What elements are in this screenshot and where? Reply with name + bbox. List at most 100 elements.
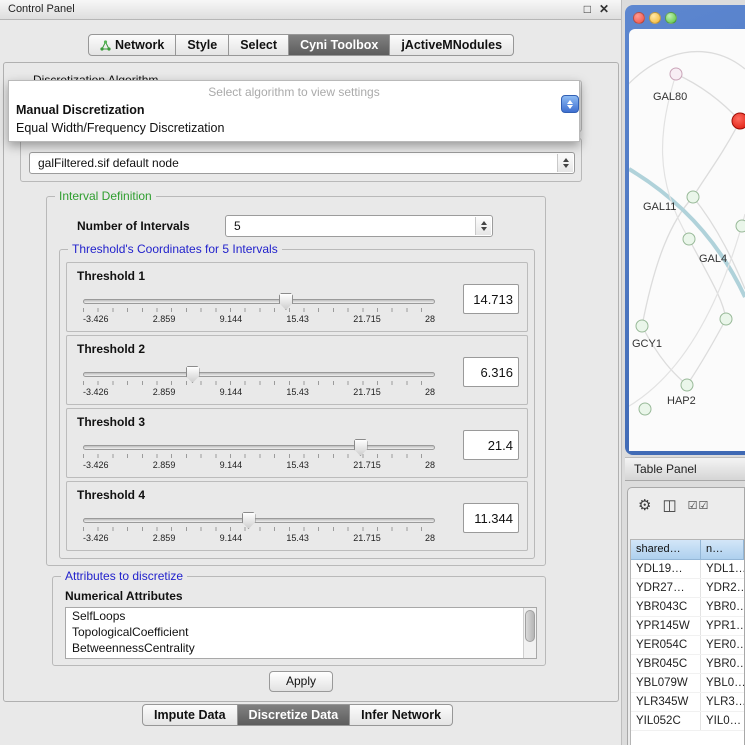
network-node-red[interactable] — [732, 113, 745, 130]
table-row[interactable]: YIL052CYIL0… — [631, 712, 744, 731]
combo-stepper-icon — [557, 154, 573, 172]
slider-scale: -3.4262.8599.14415.4321.71528 — [83, 533, 435, 543]
node-label-gal80: GAL80 — [653, 91, 687, 103]
column-header-name[interactable]: n… — [701, 540, 744, 560]
threshold-1-box: Threshold 1 -3.4262.8599.14415.4321.7152… — [66, 262, 528, 332]
slider-scale: -3.4262.8599.14415.4321.71528 — [83, 460, 435, 470]
tab-cyni-toolbox[interactable]: Cyni Toolbox — [289, 34, 390, 56]
network-node[interactable] — [683, 233, 696, 246]
node-label-hap2: HAP2 — [667, 395, 696, 407]
panel-title: Control Panel — [8, 3, 75, 15]
node-label-gcy1: GCY1 — [632, 338, 662, 350]
threshold-1-value-field[interactable] — [463, 284, 519, 314]
slider-ticks — [83, 527, 435, 531]
list-item-selfloops[interactable]: SelfLoops — [66, 608, 536, 624]
close-icon[interactable]: ✕ — [599, 2, 609, 16]
table-row[interactable]: YPR145WYPR1… — [631, 617, 744, 636]
tab-label: Network — [115, 38, 164, 52]
control-panel: Control Panel □ ✕ Network Style Select C… — [0, 0, 622, 745]
table-data-combo[interactable]: galFiltered.sif default node — [29, 152, 575, 174]
dropdown-option-equal-width[interactable]: Equal Width/Frequency Discretization — [9, 119, 579, 137]
network-node[interactable] — [720, 313, 733, 326]
number-of-intervals-combo[interactable]: 5 — [225, 215, 493, 237]
tab-label: Select — [240, 38, 277, 52]
numerical-attributes-label: Numerical Attributes — [65, 589, 183, 603]
table-row[interactable]: YBR045CYBR0… — [631, 655, 744, 674]
close-traffic-light-icon[interactable] — [633, 12, 645, 24]
network-node[interactable] — [736, 220, 745, 233]
network-node[interactable] — [639, 403, 652, 416]
tab-infer-network[interactable]: Infer Network — [350, 704, 453, 726]
tab-label: Discretize Data — [249, 708, 339, 722]
table-row[interactable]: YDL19…YDL1… — [631, 560, 744, 579]
algorithm-combo-stepper[interactable] — [561, 95, 579, 113]
slider-ticks — [83, 454, 435, 458]
zoom-traffic-light-icon[interactable] — [665, 12, 677, 24]
algorithm-dropdown-list: Select algorithm to view settings Manual… — [8, 80, 580, 142]
slider-scale: -3.4262.8599.14415.4321.71528 — [83, 314, 435, 324]
network-node[interactable] — [681, 379, 694, 392]
network-node[interactable] — [636, 320, 649, 333]
list-item-topologicalcoefficient[interactable]: TopologicalCoefficient — [66, 624, 536, 640]
scrollbar-thumb[interactable] — [525, 610, 535, 642]
slider-track[interactable] — [83, 372, 435, 377]
control-panel-titlebar: Control Panel □ ✕ — [0, 0, 621, 20]
tab-jactivemnodules[interactable]: jActiveMNodules — [390, 34, 514, 56]
table-row[interactable]: YDR27…YDR2… — [631, 579, 744, 598]
tab-impute-data[interactable]: Impute Data — [142, 704, 238, 726]
table-panel-titlebar: Table Panel — [625, 457, 745, 481]
table-row[interactable]: YBL079WYBL0… — [631, 674, 744, 693]
network-canvas[interactable]: GAL80 GAL11 GAL4 GCY1 HAP2 — [629, 29, 745, 451]
network-view-window: GAL80 GAL11 GAL4 GCY1 HAP2 — [625, 5, 745, 455]
slider-scale: -3.4262.8599.14415.4321.71528 — [83, 387, 435, 397]
tab-select[interactable]: Select — [229, 34, 289, 56]
threshold-2-box: Threshold 2 -3.4262.8599.14415.4321.7152… — [66, 335, 528, 405]
slider-track[interactable] — [83, 518, 435, 523]
float-window-icon[interactable]: □ — [584, 2, 591, 16]
node-table: shared… n… YDL19…YDL1… YDR27…YDR2… YBR04… — [630, 539, 744, 745]
tab-label: Style — [187, 38, 217, 52]
table-panel-title: Table Panel — [634, 462, 697, 476]
thresholds-group: Threshold's Coordinates for 5 Intervals … — [59, 249, 535, 559]
gear-icon[interactable]: ⚙ — [638, 496, 651, 514]
node-label-gal4: GAL4 — [699, 253, 727, 265]
tab-style[interactable]: Style — [176, 34, 229, 56]
threshold-2-slider[interactable]: -3.4262.8599.14415.4321.71528 — [83, 372, 435, 397]
threshold-3-value-field[interactable] — [463, 430, 519, 460]
column-header-shared-name[interactable]: shared… — [631, 540, 701, 560]
group-title: Interval Definition — [55, 189, 156, 203]
threshold-3-slider[interactable]: -3.4262.8599.14415.4321.71528 — [83, 445, 435, 470]
group-title: Threshold's Coordinates for 5 Intervals — [68, 242, 282, 256]
network-icon — [100, 40, 111, 51]
apply-button[interactable]: Apply — [269, 671, 333, 692]
tab-discretize-data[interactable]: Discretize Data — [238, 704, 351, 726]
slider-track[interactable] — [83, 445, 435, 450]
combo-value: galFiltered.sif default node — [38, 156, 179, 170]
threshold-label: Threshold 2 — [77, 342, 145, 356]
select-all-checkboxes-icon[interactable]: ☑☑ — [688, 499, 710, 512]
attributes-scrollbar[interactable] — [523, 608, 536, 658]
slider-track[interactable] — [83, 299, 435, 304]
bottom-tab-bar: Impute Data Discretize Data Infer Networ… — [142, 704, 453, 726]
threshold-2-value-field[interactable] — [463, 357, 519, 387]
minimize-traffic-light-icon[interactable] — [649, 12, 661, 24]
table-row[interactable]: YER054CYER0… — [631, 636, 744, 655]
threshold-1-slider[interactable]: -3.4262.8599.14415.4321.71528 — [83, 299, 435, 324]
table-row[interactable]: YLR345WYLR3… — [631, 693, 744, 712]
table-row[interactable]: YBR043CYBR0… — [631, 598, 744, 617]
network-node[interactable] — [687, 191, 700, 204]
combo-value: 5 — [234, 219, 241, 233]
network-node[interactable] — [670, 68, 683, 81]
threshold-3-box: Threshold 3 -3.4262.8599.14415.4321.7152… — [66, 408, 528, 478]
dropdown-option-manual-discretization[interactable]: Manual Discretization — [9, 101, 579, 119]
top-tab-bar: Network Style Select Cyni Toolbox jActiv… — [88, 34, 514, 56]
threshold-4-value-field[interactable] — [463, 503, 519, 533]
list-item-betweennesscentrality[interactable]: BetweennessCentrality — [66, 640, 536, 656]
number-of-intervals-label: Number of Intervals — [77, 219, 190, 233]
threshold-4-slider[interactable]: -3.4262.8599.14415.4321.71528 — [83, 518, 435, 543]
columns-icon[interactable]: ◫ — [662, 496, 676, 514]
tab-label: jActiveMNodules — [401, 38, 502, 52]
tab-network[interactable]: Network — [88, 34, 176, 56]
threshold-4-box: Threshold 4 -3.4262.8599.14415.4321.7152… — [66, 481, 528, 551]
table-data-group: Table Data galFiltered.sif default node — [20, 138, 582, 182]
